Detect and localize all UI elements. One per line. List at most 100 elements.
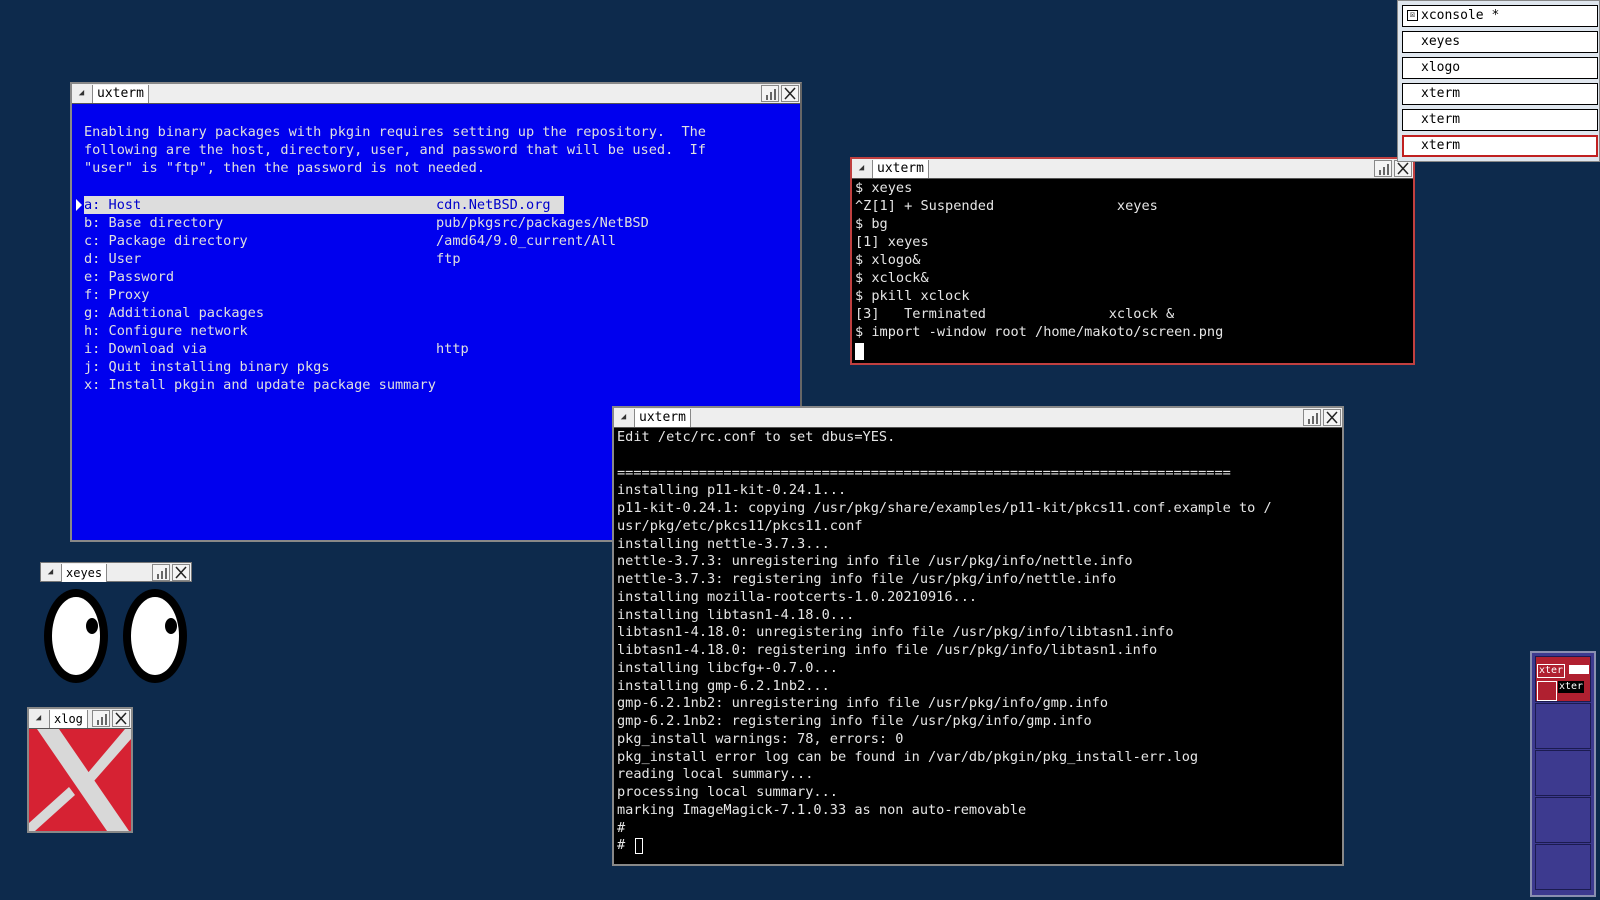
desktop-3[interactable] — [1535, 750, 1591, 796]
text-cursor — [634, 838, 643, 855]
menu-option-quit[interactable]: j: Quit installing binary pkgs — [84, 358, 330, 376]
terminal-line: # — [617, 837, 634, 854]
title-bar[interactable]: ◢ uxterm — [852, 159, 1413, 179]
terminal-line: installing gmp-6.2.1nb2... — [617, 677, 830, 694]
menu-option-password[interactable]: e: Password — [84, 268, 174, 286]
desktop-4[interactable] — [1535, 797, 1591, 843]
resize-icon[interactable] — [152, 564, 170, 581]
terminal-line: pkg_install error log can be found in /v… — [617, 748, 1199, 765]
window-title: xlog — [49, 710, 88, 728]
window-menu-icon[interactable]: ◢ — [44, 566, 57, 579]
terminal-line: nettle-3.7.3: unregistering info file /u… — [617, 553, 1133, 570]
close-icon[interactable] — [1394, 160, 1412, 177]
terminal-line: gmp-6.2.1nb2: registering info file /usr… — [617, 713, 1092, 729]
pager-window-thumb[interactable]: xter — [1558, 681, 1585, 693]
terminal-line: $ xclock& — [855, 270, 929, 286]
terminal-line: ^Z[1] + Suspended xeyes — [855, 198, 1158, 214]
resize-icon[interactable] — [1374, 160, 1392, 177]
close-icon[interactable] — [1323, 409, 1341, 426]
title-bar[interactable]: ◢ uxterm — [614, 408, 1342, 428]
window-list-item-xconsole[interactable]: ☒ xconsole * — [1402, 5, 1598, 27]
resize-icon[interactable] — [1303, 409, 1321, 426]
title-bar[interactable]: ◢ xlog — [29, 709, 131, 729]
left-eye-icon — [44, 589, 108, 683]
menu-option-user[interactable]: d: User ftp — [84, 250, 461, 268]
pager-window-thumb[interactable] — [1569, 665, 1589, 674]
terminal-line: gmp-6.2.1nb2: unregistering info file /u… — [617, 695, 1109, 712]
title-bar[interactable]: ◢ uxterm — [72, 84, 800, 104]
terminal-line: installing nettle-3.7.3... — [617, 535, 830, 552]
menu-option-base-directory[interactable]: b: Base directory pub/pkgsrc/packages/Net… — [84, 214, 649, 232]
text-cursor — [855, 343, 864, 360]
window-list-menu: ☒ xconsole * xeyes xlogo xterm xterm xte… — [1397, 0, 1600, 162]
x-logo-icon — [29, 729, 131, 831]
terminal-line: [1] xeyes — [855, 234, 929, 250]
terminal-line: libtasn1-4.18.0: registering info file /… — [617, 642, 1158, 658]
terminal-line: processing local summary... — [617, 784, 838, 800]
title-bar[interactable]: ◢ xeyes — [40, 562, 192, 582]
iconified-icon: ☒ — [1407, 10, 1418, 21]
intro-line: following are the host, directory, user,… — [84, 142, 706, 158]
terminal-line: marking ImageMagick-7.1.0.33 as non auto… — [617, 801, 1027, 818]
terminal-line: nettle-3.7.3: registering info file /usr… — [617, 571, 1117, 587]
resize-icon[interactable] — [761, 85, 779, 102]
menu-option-install[interactable]: x: Install pkgin and update package summ… — [84, 376, 436, 394]
window-menu-icon[interactable]: ◢ — [75, 87, 88, 100]
menu-option-download-via[interactable]: i: Download via http — [84, 340, 469, 358]
window-menu-icon[interactable]: ◢ — [855, 162, 868, 175]
menu-option-proxy[interactable]: f: Proxy — [84, 286, 149, 304]
menu-option-package-directory[interactable]: c: Package directory/amd64/9.0_current/A… — [84, 232, 616, 250]
terminal-line: installing mozilla-rootcerts-1.0.2021091… — [617, 588, 978, 605]
menu-option-host[interactable]: a: Host cdn.NetBSD.org — [84, 196, 564, 214]
terminal-line: installing libcfg+-0.7.0... — [617, 659, 838, 676]
resize-icon[interactable] — [92, 710, 110, 727]
terminal-line: installing libtasn1-4.18.0... — [617, 606, 855, 623]
intro-line: "user" is "ftp", then the password is no… — [84, 160, 486, 176]
terminal-line: # — [617, 819, 626, 836]
install-terminal-window[interactable]: ◢ uxterm Edit /etc/rc.conf to set dbus=Y… — [612, 406, 1344, 866]
terminal-line: installing p11-kit-0.24.1... — [617, 482, 847, 499]
window-menu-icon[interactable]: ◢ — [617, 411, 630, 424]
terminal-line: $ bg — [855, 216, 888, 232]
window-list-item-xeyes[interactable]: xeyes — [1402, 31, 1598, 53]
xeyes-window[interactable]: ◢ xeyes — [40, 562, 192, 686]
terminal-line: [3] Terminated xclock & — [855, 306, 1175, 322]
desktop-pager: xter xter — [1530, 651, 1596, 897]
window-list-item-xterm[interactable]: xterm — [1402, 83, 1598, 105]
desktop-2[interactable] — [1535, 703, 1591, 749]
pager-window-thumb[interactable] — [1537, 681, 1557, 701]
terminal-line: p11-kit-0.24.1: copying /usr/pkg/share/e… — [617, 500, 1272, 516]
terminal-line: Edit /etc/rc.conf to set dbus=YES. — [617, 429, 896, 445]
terminal-line: $ xlogo& — [855, 252, 921, 268]
terminal-body[interactable]: $ xeyes ^Z[1] + Suspended xeyes $ bg [1]… — [852, 179, 1413, 363]
window-title: uxterm — [92, 85, 149, 103]
shell-terminal-window[interactable]: ◢ uxterm $ xeyes ^Z[1] + Suspended xeyes… — [850, 157, 1415, 365]
menu-option-additional-packages[interactable]: g: Additional packages — [84, 304, 264, 322]
intro-line: Enabling binary packages with pkgin requ… — [84, 124, 706, 140]
window-list-item-xlogo[interactable]: xlogo — [1402, 57, 1598, 79]
selection-marker-icon — [76, 199, 82, 211]
close-icon[interactable] — [112, 710, 130, 727]
desktop-1[interactable]: xter xter — [1535, 656, 1591, 702]
terminal-line: usr/pkg/etc/pkcs11/pkcs11.conf — [617, 517, 863, 534]
window-title: xeyes — [61, 564, 108, 582]
terminal-line: pkg_install warnings: 78, errors: 0 — [617, 730, 904, 747]
terminal-line: $ xeyes — [855, 180, 913, 196]
xlogo-window[interactable]: ◢ xlog — [27, 707, 133, 833]
window-menu-icon[interactable]: ◢ — [32, 712, 45, 725]
terminal-line: $ pkill xclock — [855, 288, 970, 304]
close-icon[interactable] — [781, 85, 799, 102]
menu-option-configure-network[interactable]: h: Configure network — [84, 322, 248, 340]
pager-window-thumb[interactable]: xter — [1537, 664, 1566, 678]
window-list-item-xterm-active[interactable]: xterm — [1402, 135, 1598, 157]
right-eye-icon — [123, 589, 187, 683]
window-list-item-xterm[interactable]: xterm — [1402, 109, 1598, 131]
terminal-body[interactable]: Edit /etc/rc.conf to set dbus=YES. ======… — [614, 428, 1342, 864]
terminal-line: reading local summary... — [617, 766, 814, 783]
window-title: uxterm — [872, 160, 929, 178]
terminal-line: libtasn1-4.18.0: unregistering info file… — [617, 624, 1174, 641]
close-icon[interactable] — [172, 564, 190, 581]
window-title: uxterm — [634, 409, 691, 427]
terminal-line: $ import -window root /home/makoto/scree… — [855, 324, 1224, 340]
desktop-5[interactable] — [1535, 844, 1591, 890]
